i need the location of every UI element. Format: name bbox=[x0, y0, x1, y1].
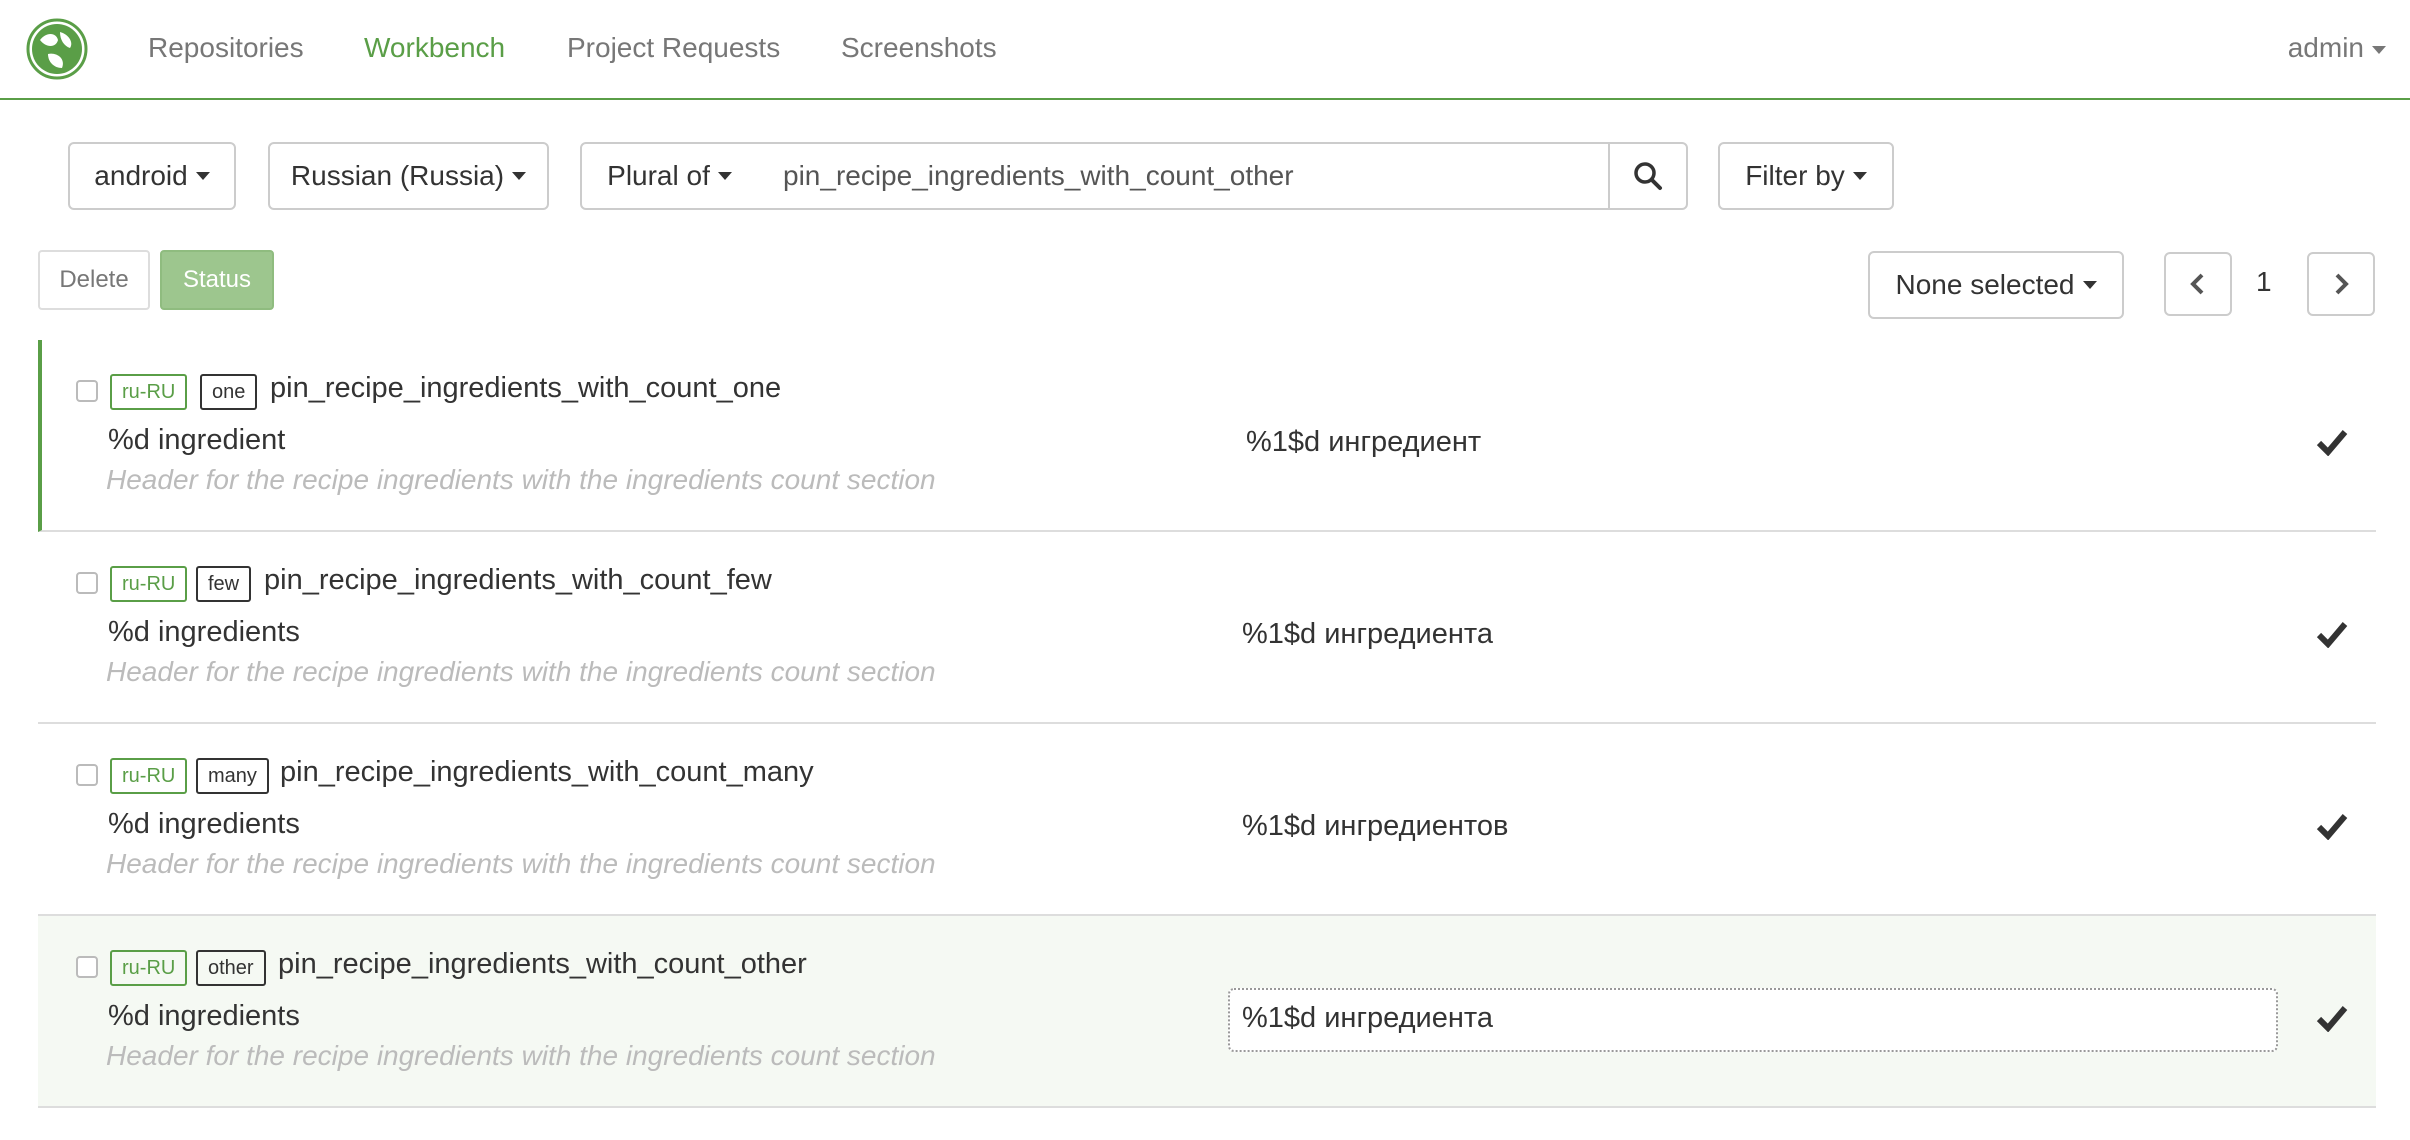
row-checkbox[interactable] bbox=[76, 956, 98, 978]
text-unit-row[interactable]: ru-RU many pin_recipe_ingredients_with_c… bbox=[38, 724, 2376, 916]
app-logo-icon[interactable] bbox=[26, 18, 88, 80]
user-name: admin bbox=[2287, 32, 2364, 63]
text-unit-id: pin_recipe_ingredients_with_count_other bbox=[278, 948, 807, 980]
previous-page-button[interactable] bbox=[2164, 252, 2232, 316]
search-icon bbox=[1634, 162, 1662, 190]
caret-down-icon bbox=[512, 172, 527, 180]
chevron-left-icon bbox=[2190, 273, 2204, 295]
checkmark-icon[interactable] bbox=[2316, 1004, 2348, 1032]
target-text[interactable]: %1$d ингредиента bbox=[1242, 1002, 1493, 1035]
target-text[interactable]: %1$d ингредиента bbox=[1242, 618, 1493, 651]
search-button[interactable] bbox=[1608, 142, 1688, 210]
checkmark-icon[interactable] bbox=[2316, 812, 2348, 840]
checkmark-icon[interactable] bbox=[2316, 620, 2348, 648]
caret-down-icon bbox=[717, 172, 732, 180]
caret-down-icon bbox=[1852, 172, 1867, 180]
nav-link-screenshots[interactable]: Screenshots bbox=[841, 32, 997, 64]
text-unit-comment: Header for the recipe ingredients with t… bbox=[106, 1040, 936, 1071]
source-text: %d ingredients bbox=[108, 616, 300, 648]
nav-link-project-requests[interactable]: Project Requests bbox=[567, 32, 780, 64]
source-text: %d ingredient bbox=[108, 424, 286, 456]
repository-label: android bbox=[94, 160, 188, 191]
caret-down-icon bbox=[195, 172, 210, 180]
text-unit-comment: Header for the recipe ingredients with t… bbox=[106, 656, 936, 687]
text-unit-id: pin_recipe_ingredients_with_count_many bbox=[280, 756, 814, 788]
page-number: 1 bbox=[2256, 266, 2272, 297]
row-checkbox[interactable] bbox=[76, 764, 98, 786]
plural-form-tag: many bbox=[196, 758, 269, 794]
next-page-button[interactable] bbox=[2307, 252, 2375, 316]
target-text[interactable]: %1$d ингредиент bbox=[1246, 426, 1481, 459]
text-unit-id: pin_recipe_ingredients_with_count_few bbox=[264, 564, 772, 596]
chevron-right-icon bbox=[2335, 273, 2349, 295]
target-text[interactable]: %1$d ингредиентов bbox=[1242, 810, 1508, 843]
checkmark-icon[interactable] bbox=[2316, 428, 2348, 456]
top-navbar: Repositories Workbench Project Requests … bbox=[0, 0, 2410, 100]
text-unit-comment: Header for the recipe ingredients with t… bbox=[106, 464, 936, 495]
nav-link-repositories[interactable]: Repositories bbox=[148, 32, 304, 64]
status-button[interactable]: Status bbox=[160, 250, 274, 310]
caret-down-icon bbox=[2082, 281, 2097, 289]
user-menu[interactable]: admin bbox=[2288, 32, 2386, 64]
selection-dropdown[interactable]: None selected bbox=[1868, 251, 2124, 319]
row-checkbox[interactable] bbox=[76, 572, 98, 594]
locale-tag: ru-RU bbox=[110, 374, 188, 410]
nav-link-workbench[interactable]: Workbench bbox=[364, 32, 505, 64]
selection-label: None selected bbox=[1895, 269, 2075, 300]
locale-tag: ru-RU bbox=[110, 566, 188, 602]
plural-form-tag: few bbox=[196, 566, 252, 602]
text-unit-comment: Header for the recipe ingredients with t… bbox=[106, 848, 936, 879]
row-checkbox[interactable] bbox=[76, 380, 98, 402]
text-unit-row[interactable]: ru-RU one pin_recipe_ingredients_with_co… bbox=[38, 340, 2376, 532]
text-unit-row[interactable]: ru-RU other pin_recipe_ingredients_with_… bbox=[38, 916, 2376, 1108]
locale-dropdown[interactable]: Russian (Russia) bbox=[268, 142, 549, 210]
text-unit-row[interactable]: ru-RU few pin_recipe_ingredients_with_co… bbox=[38, 532, 2376, 724]
search-type-dropdown[interactable]: Plural of bbox=[580, 142, 759, 210]
search-input[interactable]: pin_recipe_ingredients_with_count_other bbox=[757, 142, 1610, 210]
repository-dropdown[interactable]: android bbox=[68, 142, 236, 210]
caret-down-icon bbox=[2372, 45, 2386, 54]
source-text: %d ingredients bbox=[108, 808, 300, 840]
plural-form-tag: one bbox=[200, 374, 258, 410]
search-type-label: Plural of bbox=[607, 160, 710, 191]
plural-form-tag: other bbox=[196, 950, 266, 986]
source-text: %d ingredients bbox=[108, 1000, 300, 1032]
locale-tag: ru-RU bbox=[110, 950, 188, 986]
delete-button[interactable]: Delete bbox=[38, 250, 150, 310]
locale-tag: ru-RU bbox=[110, 758, 188, 794]
filter-dropdown[interactable]: Filter by bbox=[1718, 142, 1894, 210]
filter-label: Filter by bbox=[1745, 160, 1845, 191]
locale-label: Russian (Russia) bbox=[290, 160, 505, 191]
text-unit-id: pin_recipe_ingredients_with_count_one bbox=[270, 372, 782, 404]
